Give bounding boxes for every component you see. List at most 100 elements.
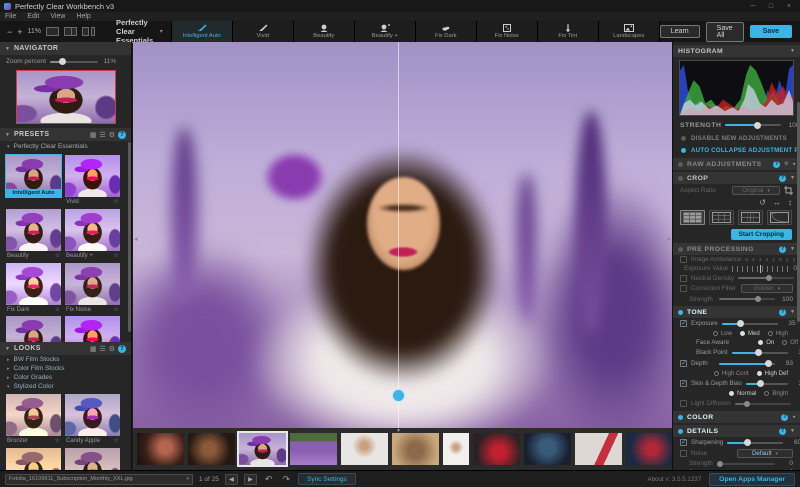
toolbar-preset-landscapes[interactable]: Landscapes bbox=[598, 21, 660, 42]
collapse-left-panel-arrow[interactable]: ◂ bbox=[134, 235, 138, 243]
panel-enabled-dot[interactable] bbox=[678, 246, 683, 252]
raw-adjustments-header[interactable]: RAW ADJUSTMENTS ? ⚙ ◂ bbox=[673, 158, 800, 170]
looks-header[interactable]: ▼ LOOKS ▦ ☰ ⚙ ? bbox=[0, 342, 131, 355]
noise-dropdown[interactable]: Default ▾ bbox=[737, 449, 793, 458]
disable-new-adjustments-toggle[interactable]: DISABLE NEW ADJUSTMENTS bbox=[673, 132, 800, 144]
exposure-high-radio[interactable] bbox=[767, 331, 773, 336]
skin-depth-bias-slider[interactable] bbox=[745, 380, 788, 387]
filmstrip-thumbnail[interactable] bbox=[392, 433, 439, 465]
sharpening-checkbox[interactable] bbox=[680, 438, 687, 446]
preset-item-fix-dark[interactable]: Fix Dark ☆ bbox=[6, 263, 61, 313]
preset-item-partial[interactable] bbox=[6, 316, 61, 342]
panel-enabled-dot[interactable] bbox=[678, 428, 683, 434]
list-view-icon[interactable]: ☰ bbox=[99, 131, 105, 139]
zoom-in-button[interactable]: + bbox=[17, 27, 22, 37]
toolbar-preset-vivid[interactable]: Vivid bbox=[232, 21, 294, 42]
image-ambulance-checkbox[interactable] bbox=[680, 256, 687, 263]
about-version[interactable]: About v: 3.5.5.1237 bbox=[647, 476, 701, 483]
auto-collapse-panels-toggle[interactable]: AUTO COLLAPSE ADJUSTMENT PANELS bbox=[673, 144, 800, 156]
normal-radio[interactable] bbox=[728, 391, 734, 396]
histogram-header[interactable]: HISTOGRAM ▼ bbox=[673, 45, 800, 57]
panel-enabled-dot[interactable] bbox=[678, 414, 683, 420]
favorite-star-icon[interactable]: ☆ bbox=[114, 306, 119, 313]
zoom-percent-slider[interactable] bbox=[50, 58, 99, 65]
correction-filter-checkbox[interactable] bbox=[680, 285, 687, 292]
help-icon[interactable]: ? bbox=[779, 308, 787, 316]
filmstrip-thumbnail[interactable] bbox=[575, 433, 622, 465]
previous-image-button[interactable]: ◀ bbox=[224, 473, 238, 485]
filmstrip-thumbnail[interactable] bbox=[626, 433, 672, 465]
menu-view[interactable]: View bbox=[50, 13, 65, 20]
filmstrip-thumbnail[interactable] bbox=[443, 433, 469, 465]
preset-group-dropdown[interactable]: Perfectly Clear Essentials ▾ bbox=[102, 18, 171, 45]
light-diffusion-slider[interactable] bbox=[734, 400, 791, 407]
filmstrip-thumbnail[interactable] bbox=[341, 433, 388, 465]
face-aware-off-radio[interactable] bbox=[782, 340, 788, 345]
toolbar-preset-fix-dark[interactable]: Fix Dark bbox=[415, 21, 477, 42]
zoom-out-button[interactable]: − bbox=[7, 27, 12, 37]
noise-checkbox[interactable] bbox=[680, 450, 687, 457]
exposure-value-ruler[interactable] bbox=[732, 264, 788, 273]
preset-item-partial[interactable] bbox=[65, 316, 120, 342]
looks-group-bw-film[interactable]: ▸ BW Film Stocks bbox=[0, 355, 131, 364]
filmstrip-thumbnail-selected[interactable] bbox=[237, 431, 288, 467]
menu-file[interactable]: File bbox=[5, 13, 16, 20]
preset-item-beautify[interactable]: Beautify ☆ bbox=[6, 209, 61, 259]
menu-help[interactable]: Help bbox=[76, 13, 90, 20]
neutral-density-slider[interactable] bbox=[738, 275, 795, 281]
gear-icon[interactable]: ⚙ bbox=[109, 131, 115, 139]
filmstrip-thumbnail[interactable] bbox=[473, 433, 520, 465]
rotate-icon[interactable]: ↺ bbox=[759, 198, 766, 207]
help-icon[interactable]: ? bbox=[118, 344, 126, 353]
help-icon[interactable]: ? bbox=[779, 174, 787, 182]
list-view-icon[interactable]: ☰ bbox=[99, 345, 105, 353]
crop-icon[interactable] bbox=[784, 186, 793, 195]
before-after-split-line[interactable] bbox=[398, 42, 400, 428]
bright-radio[interactable] bbox=[764, 391, 770, 396]
window-minimize-button[interactable]: ─ bbox=[746, 3, 760, 10]
look-item-bronzer[interactable]: Bronzer ☆ bbox=[6, 394, 61, 444]
preset-item-vivid[interactable]: Vivid ☆ bbox=[65, 155, 120, 205]
gear-icon[interactable]: ⚙ bbox=[784, 161, 788, 167]
crop-grid-spiral-button[interactable] bbox=[767, 210, 792, 225]
look-item-cocoa[interactable]: Cocoa☆ bbox=[65, 448, 120, 470]
exposure-low-radio[interactable] bbox=[712, 331, 718, 336]
crop-header[interactable]: CROP ? ▼ bbox=[673, 172, 800, 184]
favorite-star-icon[interactable]: ☆ bbox=[55, 306, 60, 313]
pre-processing-header[interactable]: PRE PROCESSING ? ▼ bbox=[673, 243, 800, 255]
filmstrip-thumbnail[interactable] bbox=[188, 433, 235, 465]
look-item-caramel[interactable]: Caramel☆ bbox=[6, 448, 61, 470]
filmstrip-thumbnail[interactable] bbox=[137, 433, 184, 465]
face-aware-on-radio[interactable] bbox=[758, 340, 764, 345]
high-cont-radio[interactable] bbox=[713, 371, 719, 376]
single-view-button[interactable] bbox=[46, 27, 60, 36]
next-image-button[interactable]: ▶ bbox=[243, 473, 257, 485]
menu-edit[interactable]: Edit bbox=[27, 13, 39, 20]
panel-enabled-dot[interactable] bbox=[678, 175, 683, 181]
preset-item-fix-noise[interactable]: Fix Noise ☆ bbox=[65, 263, 120, 313]
preset-group-row[interactable]: ▾ Perfectly Clear Essentials bbox=[0, 141, 131, 152]
crop-grid-thirds-button[interactable] bbox=[680, 210, 705, 225]
favorite-star-icon[interactable]: ☆ bbox=[114, 198, 119, 205]
correction-filter-dropdown[interactable]: Golden ▾ bbox=[741, 284, 793, 293]
light-diffusion-checkbox[interactable] bbox=[680, 400, 687, 407]
look-item-candy-apple[interactable]: Candy Apple ☆ bbox=[65, 394, 120, 444]
left-scrollbar[interactable] bbox=[128, 142, 131, 332]
favorite-star-icon[interactable]: ☆ bbox=[114, 437, 119, 444]
looks-group-stylized-color[interactable]: ▾ Stylized Color bbox=[0, 382, 131, 391]
depth-slider[interactable] bbox=[719, 360, 775, 367]
toolbar-preset-beautify-plus[interactable]: Beautify + bbox=[354, 21, 416, 42]
tone-header[interactable]: TONE ? ▼ bbox=[673, 306, 800, 318]
learn-button[interactable]: Learn bbox=[659, 25, 700, 38]
sync-settings-button[interactable]: Sync Settings bbox=[297, 473, 356, 485]
sharpening-slider[interactable] bbox=[727, 439, 784, 446]
aspect-ratio-dropdown[interactable]: Original ▾ bbox=[732, 186, 780, 195]
exposure-med-radio[interactable] bbox=[739, 331, 745, 336]
flip-vertical-icon[interactable]: ↕ bbox=[788, 198, 792, 207]
help-icon[interactable]: ? bbox=[773, 160, 780, 168]
undo-icon[interactable]: ↶ bbox=[263, 474, 275, 485]
details-header[interactable]: DETAILS ? ▼ bbox=[673, 425, 800, 437]
favorite-star-icon[interactable]: ☆ bbox=[55, 437, 60, 444]
help-icon[interactable]: ? bbox=[118, 130, 126, 139]
panel-enabled-dot[interactable] bbox=[678, 161, 683, 167]
